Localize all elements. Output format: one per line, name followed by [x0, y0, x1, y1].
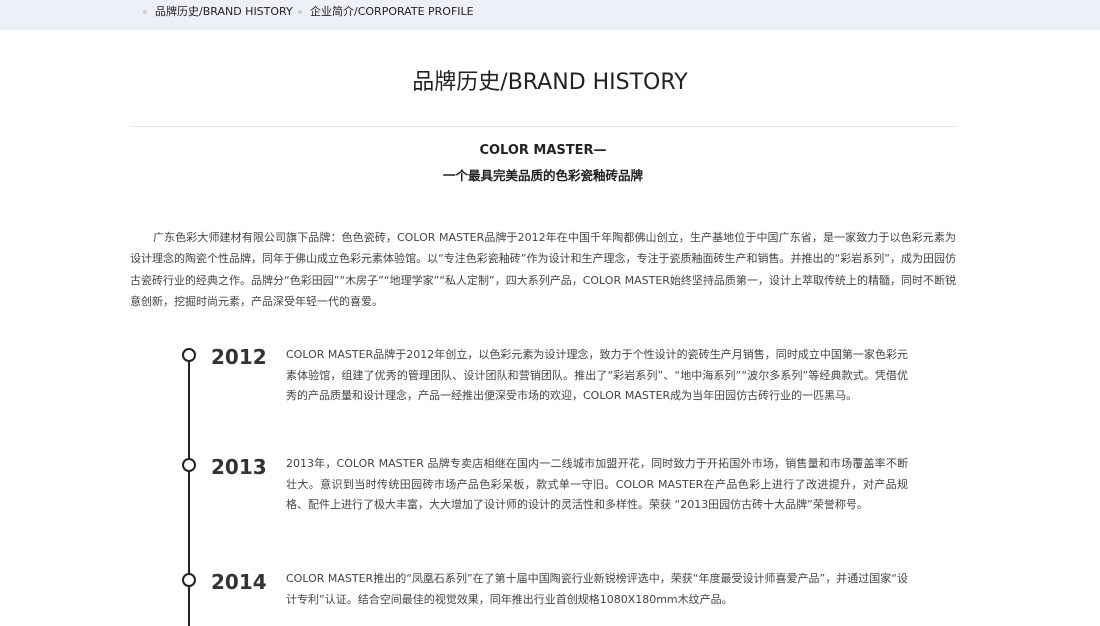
timeline-node-icon	[182, 573, 196, 587]
page-title: 品牌历史/BRAND HISTORY	[412, 70, 688, 95]
timeline-description: COLOR MASTER推出的“凤凰石系列”在了第十届中国陶瓷行业新锐榜评选中，…	[286, 572, 908, 606]
tab-corporate-profile[interactable]: 企业简介/CORPORATE PROFILE	[298, 0, 474, 24]
timeline-node-icon	[182, 348, 196, 362]
tab-label: 企业简介/CORPORATE PROFILE	[310, 5, 474, 18]
tab-bullet-icon	[298, 10, 302, 14]
timeline-year: 2012	[211, 345, 267, 369]
timeline-year: 2014	[211, 570, 267, 594]
timeline-year: 2013	[211, 455, 267, 479]
tab-label: 品牌历史/BRAND HISTORY	[155, 5, 293, 18]
intro-paragraph: 广东色彩大师建材有限公司旗下品牌：色色瓷砖，COLOR MASTER品牌于201…	[130, 231, 956, 308]
slogan-english: COLOR MASTER—	[479, 143, 607, 158]
slogan-chinese: 一个最具完美品质的色彩瓷釉砖品牌	[442, 168, 643, 183]
tab-brand-history[interactable]: 品牌历史/BRAND HISTORY	[143, 0, 293, 24]
title-divider	[130, 126, 956, 127]
tab-bullet-icon	[143, 10, 147, 14]
timeline-description: 2013年，COLOR MASTER 品牌专卖店相继在国内一二线城市加盟开花，同…	[286, 457, 908, 511]
timeline-node-icon	[182, 458, 196, 472]
timeline-description: COLOR MASTER品牌于2012年创立，以色彩元素为设计理念，致力于个性设…	[286, 348, 908, 402]
top-tab-bar: 品牌历史/BRAND HISTORY 企业简介/CORPORATE PROFIL…	[0, 0, 1100, 30]
